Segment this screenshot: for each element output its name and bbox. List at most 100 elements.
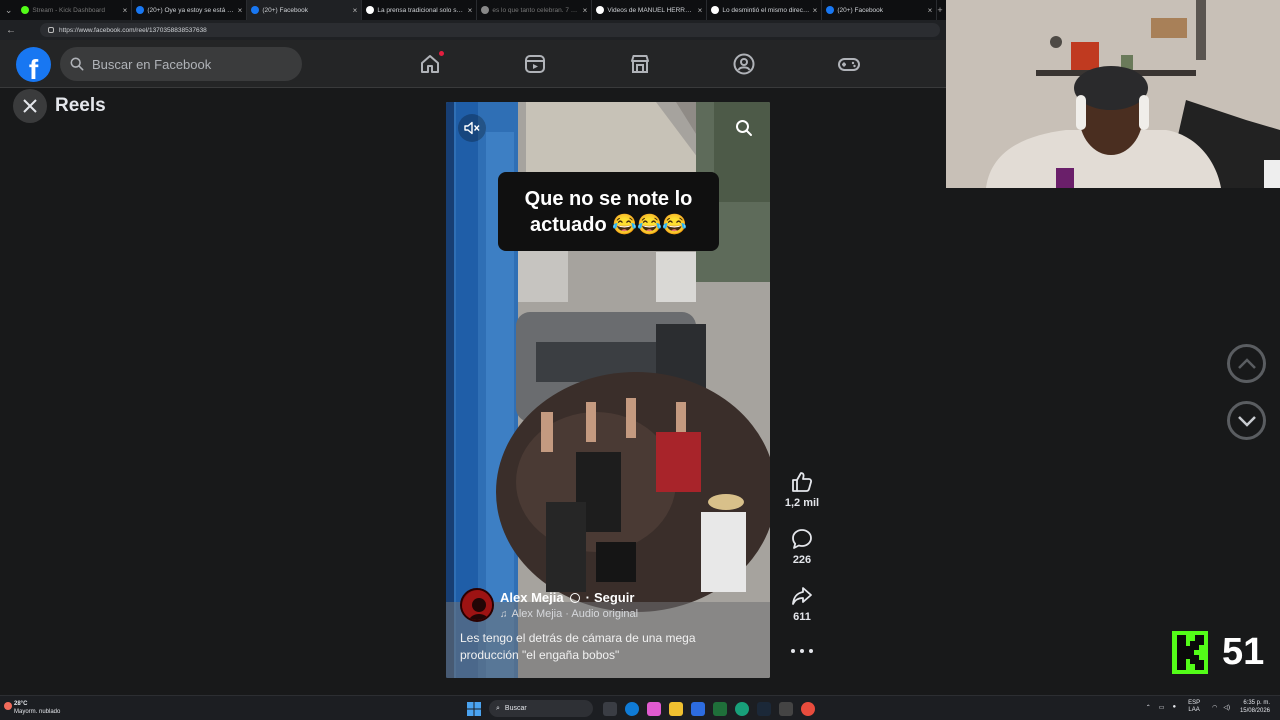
taskbar-search[interactable]: ⌕ Buscar xyxy=(489,700,593,717)
marketplace-icon[interactable] xyxy=(628,52,652,76)
like-button[interactable]: 1,2 mil xyxy=(780,470,824,509)
clock-time: 6:35 p. m. xyxy=(1243,700,1270,706)
tab-title: Stream - Kick Dashboard xyxy=(32,6,105,14)
tab-close-icon[interactable]: × xyxy=(238,6,243,15)
back-arrow-icon[interactable]: ← xyxy=(6,25,20,36)
tab-favicon-icon xyxy=(136,6,145,14)
tab-title: (20+) Facebook xyxy=(262,6,309,14)
author-name[interactable]: Alex Mejia xyxy=(500,590,564,605)
gaming-icon[interactable] xyxy=(837,52,861,76)
chrome-icon[interactable] xyxy=(801,701,815,716)
steam-icon[interactable] xyxy=(757,701,771,716)
tab-close-icon[interactable]: × xyxy=(928,6,933,15)
tabs-container: Stream - Kick Dashboard × (20+) Oye ya est… xyxy=(17,0,938,20)
more-options-icon[interactable] xyxy=(791,643,813,659)
chevron-up-icon[interactable]: ⌃ xyxy=(1146,704,1151,711)
windows-taskbar: 28°C Mayorm. nublado ⌕ Buscar ⌃ ▭ ● ESP … xyxy=(0,695,1280,720)
address-bar: ← https://www.facebook.com/reel/13703588… xyxy=(0,20,946,40)
wifi-icon[interactable]: ◠ xyxy=(1212,704,1217,711)
follow-separator: · xyxy=(585,590,590,605)
facebook-logo[interactable]: f xyxy=(16,47,51,82)
volume-icon[interactable]: ◁) xyxy=(1223,704,1230,711)
globe-icon xyxy=(569,592,580,603)
page-title: Reels xyxy=(55,95,106,116)
viewer-count: 51 xyxy=(1222,631,1265,673)
tab-title: Lo desmintió el mismo director · xyxy=(722,6,810,14)
next-reel-button[interactable] xyxy=(1227,401,1266,440)
copilot-icon[interactable] xyxy=(647,701,661,716)
browser-tab[interactable]: Videos de MANUEL HERRERA (@× xyxy=(592,0,708,20)
tab-close-icon[interactable]: × xyxy=(468,6,473,15)
browser-tab[interactable]: es lo que tanto celebran. 7 #per × xyxy=(477,0,593,20)
facebook-search[interactable] xyxy=(60,47,302,81)
reel-author: Alex Mejia · Seguir ♫ Alex Mejia · Audio… xyxy=(460,588,638,622)
speaker-muted-icon xyxy=(464,121,480,135)
taskbar-apps: ⌕ Buscar xyxy=(467,700,823,717)
audio-line[interactable]: ♫ Alex Mejia · Audio original xyxy=(500,608,638,620)
task-view-icon[interactable] xyxy=(603,701,617,716)
search-input[interactable] xyxy=(92,56,292,72)
browser-tab[interactable]: (20+) Oye ya estoy se está salien × xyxy=(132,0,248,20)
browser-tab[interactable]: (20+) Facebook × xyxy=(247,0,363,20)
mic-icon[interactable]: ● xyxy=(1172,704,1176,710)
browser-tab[interactable]: Stream - Kick Dashboard × xyxy=(17,0,133,20)
notification-dot xyxy=(439,51,444,56)
tab-title: Videos de MANUEL HERRERA (@ xyxy=(607,6,695,14)
tab-close-icon[interactable]: × xyxy=(123,6,128,15)
browser-tab[interactable]: La prensa tradicional solo sabe li × xyxy=(362,0,478,20)
language-indicator[interactable]: ESP LAA xyxy=(1188,700,1200,714)
comment-count: 226 xyxy=(792,554,812,566)
clock-date: 15/08/2026 xyxy=(1239,708,1270,714)
tab-search-chevron-icon[interactable]: ⌄ xyxy=(0,0,17,20)
mute-button[interactable] xyxy=(458,114,486,142)
comment-button[interactable]: 226 xyxy=(780,527,824,566)
app-icon[interactable] xyxy=(735,701,749,716)
url-field[interactable]: https://www.facebook.com/reel/1370358838… xyxy=(40,23,940,37)
windows-start-icon[interactable] xyxy=(467,701,481,716)
close-reels-button[interactable] xyxy=(13,89,47,123)
close-icon xyxy=(23,99,37,113)
weather-temp: 28°C xyxy=(14,701,28,707)
store-icon[interactable] xyxy=(691,701,705,716)
tab-favicon-icon xyxy=(21,6,30,14)
url-text: https://www.facebook.com/reel/1370358838… xyxy=(59,26,207,34)
share-count: 611 xyxy=(793,611,811,623)
avatar[interactable] xyxy=(460,588,494,622)
share-button[interactable]: 611 xyxy=(780,584,824,623)
tab-close-icon[interactable]: × xyxy=(698,6,703,15)
facebook-logo-letter: f xyxy=(28,54,39,82)
tab-close-icon[interactable]: × xyxy=(353,6,358,15)
tab-close-icon[interactable]: × xyxy=(583,6,588,15)
tab-close-icon[interactable]: × xyxy=(813,6,818,15)
facebook-header: f xyxy=(0,40,946,88)
reel-video[interactable]: Que no se note lo actuado 😂😂😂 Alex Mejia… xyxy=(446,102,770,678)
browser-tab[interactable]: (20+) Facebook × xyxy=(822,0,938,20)
home-icon[interactable] xyxy=(418,51,444,76)
follow-button[interactable]: Seguir xyxy=(594,590,634,605)
tab-title: es lo que tanto celebran. 7 #per xyxy=(492,6,580,14)
search-icon xyxy=(70,57,84,71)
stream-background xyxy=(946,188,1280,695)
reel-search-button[interactable] xyxy=(730,114,758,142)
comment-icon xyxy=(790,527,814,551)
new-tab-button[interactable]: + xyxy=(937,5,946,15)
taskbar-search-label: Buscar xyxy=(504,705,527,712)
file-explorer-icon[interactable] xyxy=(669,701,683,716)
browser-tab-strip: ⌄ Stream - Kick Dashboard × (20+) Oye ya e… xyxy=(0,0,946,20)
language-layout: LAA xyxy=(1188,707,1200,713)
lock-icon xyxy=(48,27,54,33)
like-count: 1,2 mil xyxy=(784,497,820,509)
browser-tab[interactable]: Lo desmintió el mismo director · × xyxy=(707,0,823,20)
edge-browser-icon[interactable] xyxy=(625,701,639,716)
weather-widget[interactable]: 28°C Mayorm. nublado xyxy=(4,700,60,716)
previous-reel-button[interactable] xyxy=(1227,344,1266,383)
video-icon[interactable] xyxy=(523,52,547,76)
screen: ⌄ Stream - Kick Dashboard × (20+) Oye ya e… xyxy=(0,0,1280,720)
author-line: Alex Mejia · Seguir xyxy=(500,590,638,605)
groups-icon[interactable] xyxy=(732,52,756,76)
clock[interactable]: 6:35 p. m. 15/08/2026 xyxy=(1240,699,1270,715)
capture-icon[interactable] xyxy=(779,701,793,716)
network-tray-icon[interactable]: ▭ xyxy=(1159,704,1165,711)
search-icon xyxy=(736,120,752,136)
excel-icon[interactable] xyxy=(713,701,727,716)
